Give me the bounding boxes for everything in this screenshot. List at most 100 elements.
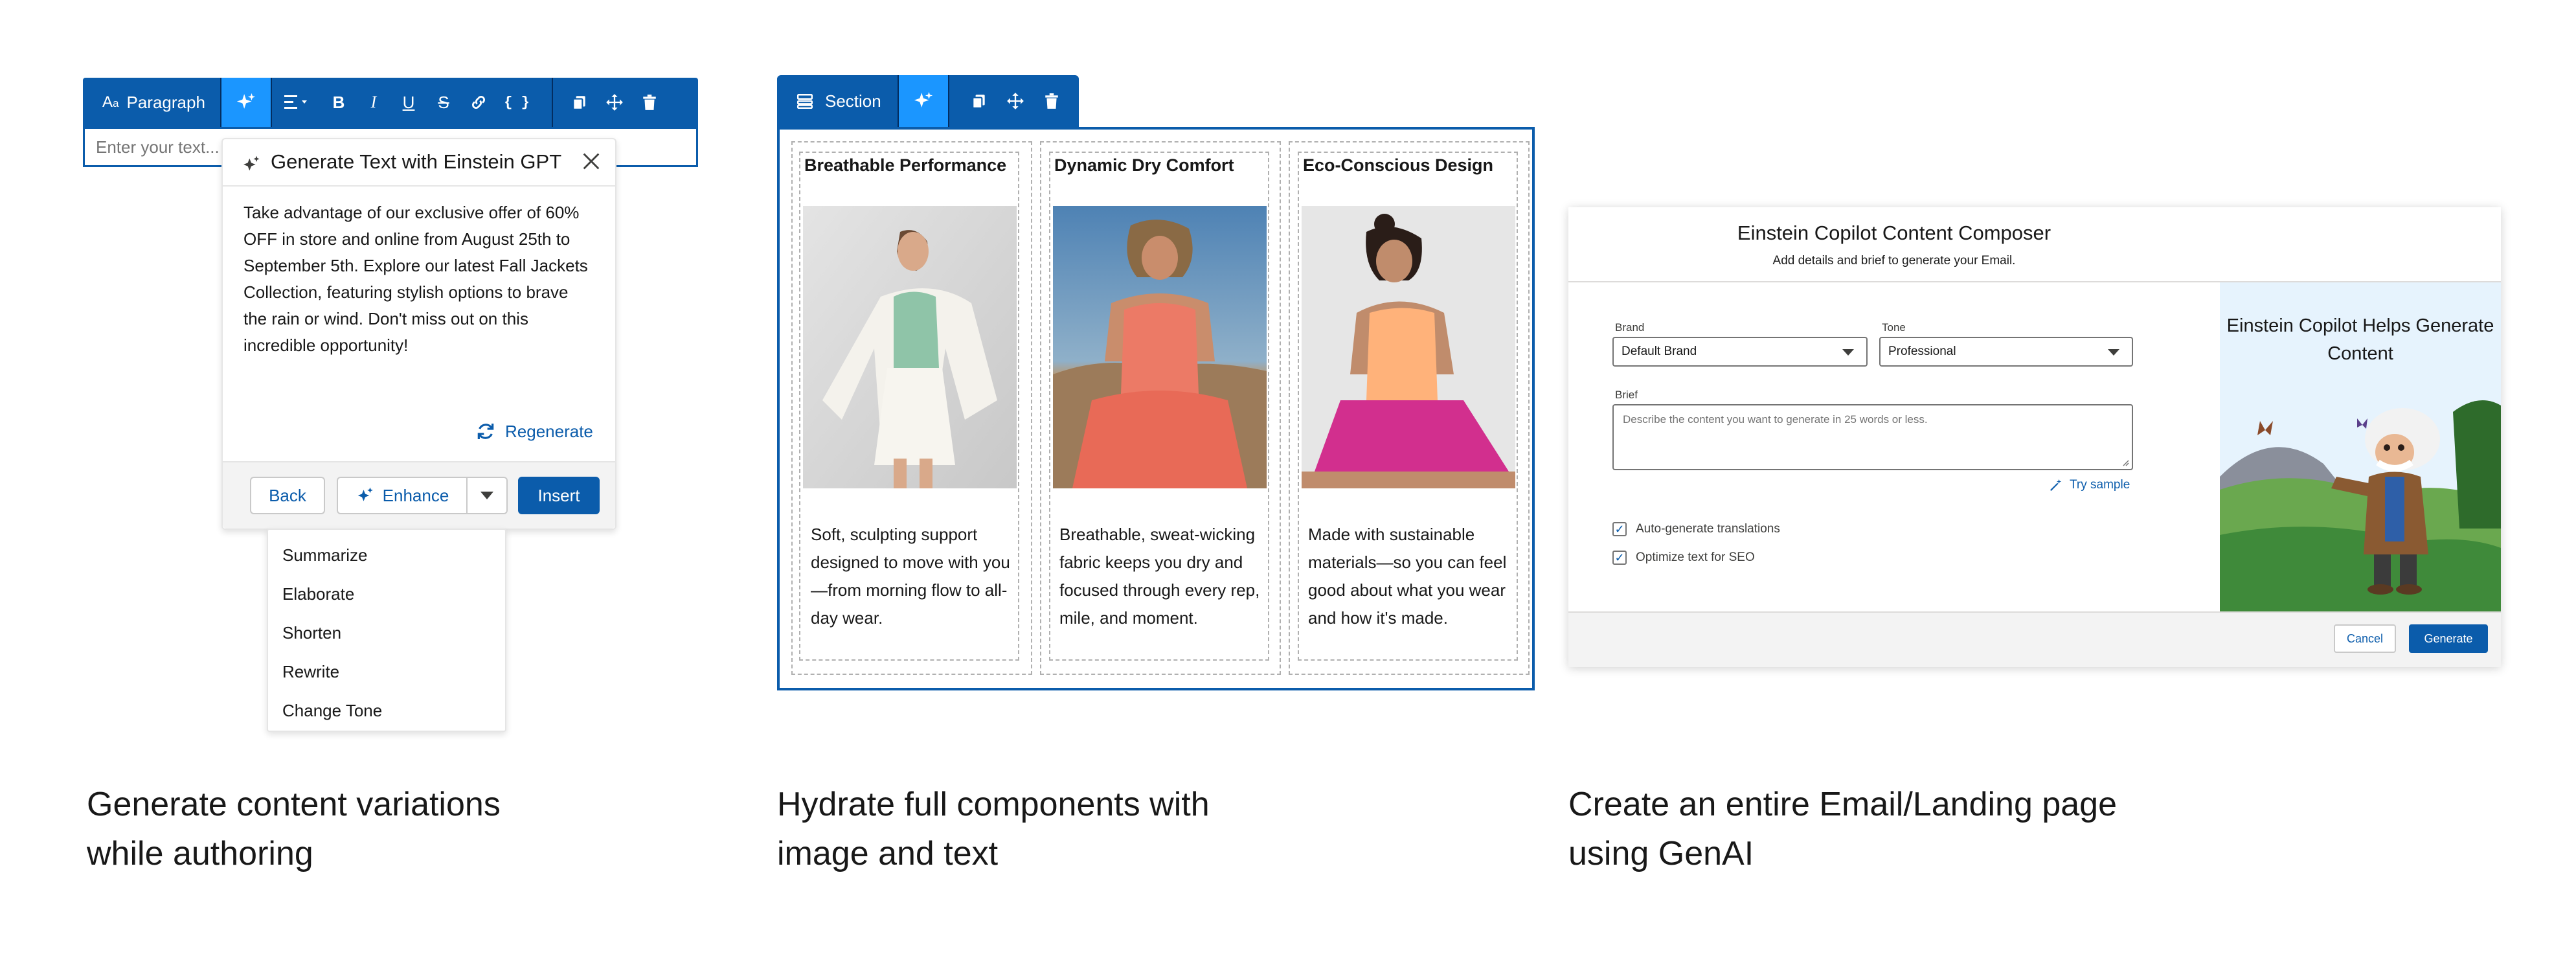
paragraph-label: Paragraph [126,92,205,112]
magic-wand-icon [2050,479,2062,492]
italic-icon: I [370,93,377,111]
strikethrough-icon: S [438,92,449,112]
checkbox-label: Optimize text for SEO [1636,551,1755,564]
back-label: Back [269,485,306,505]
brief-label: Brief [1615,389,1638,401]
tone-label: Tone [1882,321,1906,334]
sparkle-icon [241,154,262,178]
bold-button[interactable]: B [321,78,356,127]
section-toolbar: Section [777,75,1079,127]
card-description: Breathable, sweat-wicking fabric keeps y… [1059,525,1260,628]
strikethrough-button[interactable]: S [426,78,461,127]
enhance-menu-toggle[interactable] [468,478,506,513]
einstein-sparkle-button[interactable] [221,78,271,127]
delete-button[interactable] [632,78,667,127]
menu-item-elaborate[interactable]: Elaborate [282,584,354,604]
brief-textarea[interactable]: Describe the content you want to generat… [1612,404,2133,470]
align-button[interactable] [272,78,321,127]
delete-button[interactable] [1034,75,1070,127]
card-title: Breathable Performance [804,155,1007,175]
product-image[interactable] [1302,206,1515,488]
card-title: Dynamic Dry Comfort [1054,155,1234,175]
insert-label: Insert [537,485,580,505]
underline-icon: U [402,92,415,112]
try-sample-link[interactable]: Try sample [2049,478,2130,492]
copy-icon [572,96,585,110]
copy-button[interactable] [562,78,597,127]
section-label: Section [825,91,881,111]
checkbox-checked-icon: ✓ [1612,522,1627,536]
move-icon [1007,93,1024,109]
text-style-icon: Aa [102,93,119,111]
auto-translate-checkbox[interactable]: ✓ Auto-generate translations [1612,522,1780,536]
merge-field-button[interactable]: { } [496,78,537,127]
delete-icon [1045,93,1058,109]
close-button[interactable] [580,150,602,176]
checkbox-label: Auto-generate translations [1636,522,1780,536]
move-button[interactable] [597,78,632,127]
enhance-button[interactable]: Enhance [338,478,468,513]
toolbar-divider [552,78,553,127]
brand-select[interactable]: Default Brand [1612,337,1868,367]
generate-label: Generate [2424,632,2473,645]
chevron-down-icon [1842,349,1854,356]
merge-field-icon: { } [504,94,530,111]
italic-button[interactable]: I [356,78,391,127]
menu-item-shorten[interactable]: Shorten [282,623,341,643]
caption-panel-1: Generate content variations while author… [87,786,501,872]
sparkle-icon [357,487,373,501]
card-description: Made with sustainable materials—so you c… [1308,525,1507,628]
move-icon [606,94,623,111]
woman-orange-top-photo [1302,206,1515,488]
underline-button[interactable]: U [391,78,426,127]
chevron-down-icon [480,492,493,499]
seo-optimize-checkbox[interactable]: ✓ Optimize text for SEO [1612,551,1755,565]
generate-button[interactable]: Generate [2409,624,2488,653]
gen-card-title: Generate Text with Einstein GPT [271,150,562,173]
caption-panel-3: Create an entire Email/Landing page usin… [1568,786,2118,872]
sparkle-icon [914,91,933,108]
paragraph-style-button[interactable]: Aa Paragraph [83,78,220,127]
move-button[interactable] [997,75,1034,127]
brand-label: Brand [1615,321,1645,334]
link-button[interactable] [461,78,496,127]
tone-value: Professional [1888,345,1956,358]
menu-item-summarize[interactable]: Summarize [282,545,367,565]
cancel-button[interactable]: Cancel [2334,624,2396,653]
try-sample-label: Try sample [2070,478,2130,492]
editor-placeholder: Enter your text... [96,137,220,157]
tone-select[interactable]: Professional [1879,337,2133,367]
regenerate-button[interactable]: Regenerate [475,421,593,442]
brand-value: Default Brand [1621,345,1697,358]
gen-card-divider [223,185,615,187]
checkbox-checked-icon: ✓ [1612,551,1627,565]
toolbar-divider [948,75,949,127]
back-button[interactable]: Back [250,477,325,514]
card-description: Soft, sculpting support designed to move… [811,525,1010,628]
menu-item-rewrite[interactable]: Rewrite [282,662,339,682]
delete-icon [643,95,656,110]
enhance-button-group[interactable]: Enhance [337,477,508,514]
woman-green-top-photo [803,206,1017,488]
copy-button[interactable] [961,75,997,127]
menu-item-change-tone[interactable]: Change Tone [282,701,382,721]
enhance-label: Enhance [382,485,449,505]
enhance-dropdown-menu: Summarize Elaborate Shorten Rewrite Chan… [267,529,506,732]
copy-icon [972,95,985,109]
align-icon [284,95,307,109]
product-image[interactable] [803,206,1017,488]
link-icon [471,95,486,109]
modal-title: Einstein Copilot Content Composer [1737,222,2051,244]
section-button[interactable]: Section [777,75,898,127]
regenerate-label: Regenerate [505,421,593,441]
insert-button[interactable]: Insert [518,477,600,514]
illustration-title: Einstein Copilot Helps Generate Content [2226,315,2494,364]
refresh-icon [477,424,494,439]
sparkle-icon [236,93,256,109]
resize-handle-icon[interactable] [2121,459,2129,466]
product-image[interactable] [1053,206,1267,488]
cancel-label: Cancel [2346,632,2384,645]
woman-coral-top-photo [1053,206,1267,488]
einstein-sparkle-button[interactable] [899,75,948,127]
caption-panel-2: Hydrate full components with image and t… [777,786,1210,872]
